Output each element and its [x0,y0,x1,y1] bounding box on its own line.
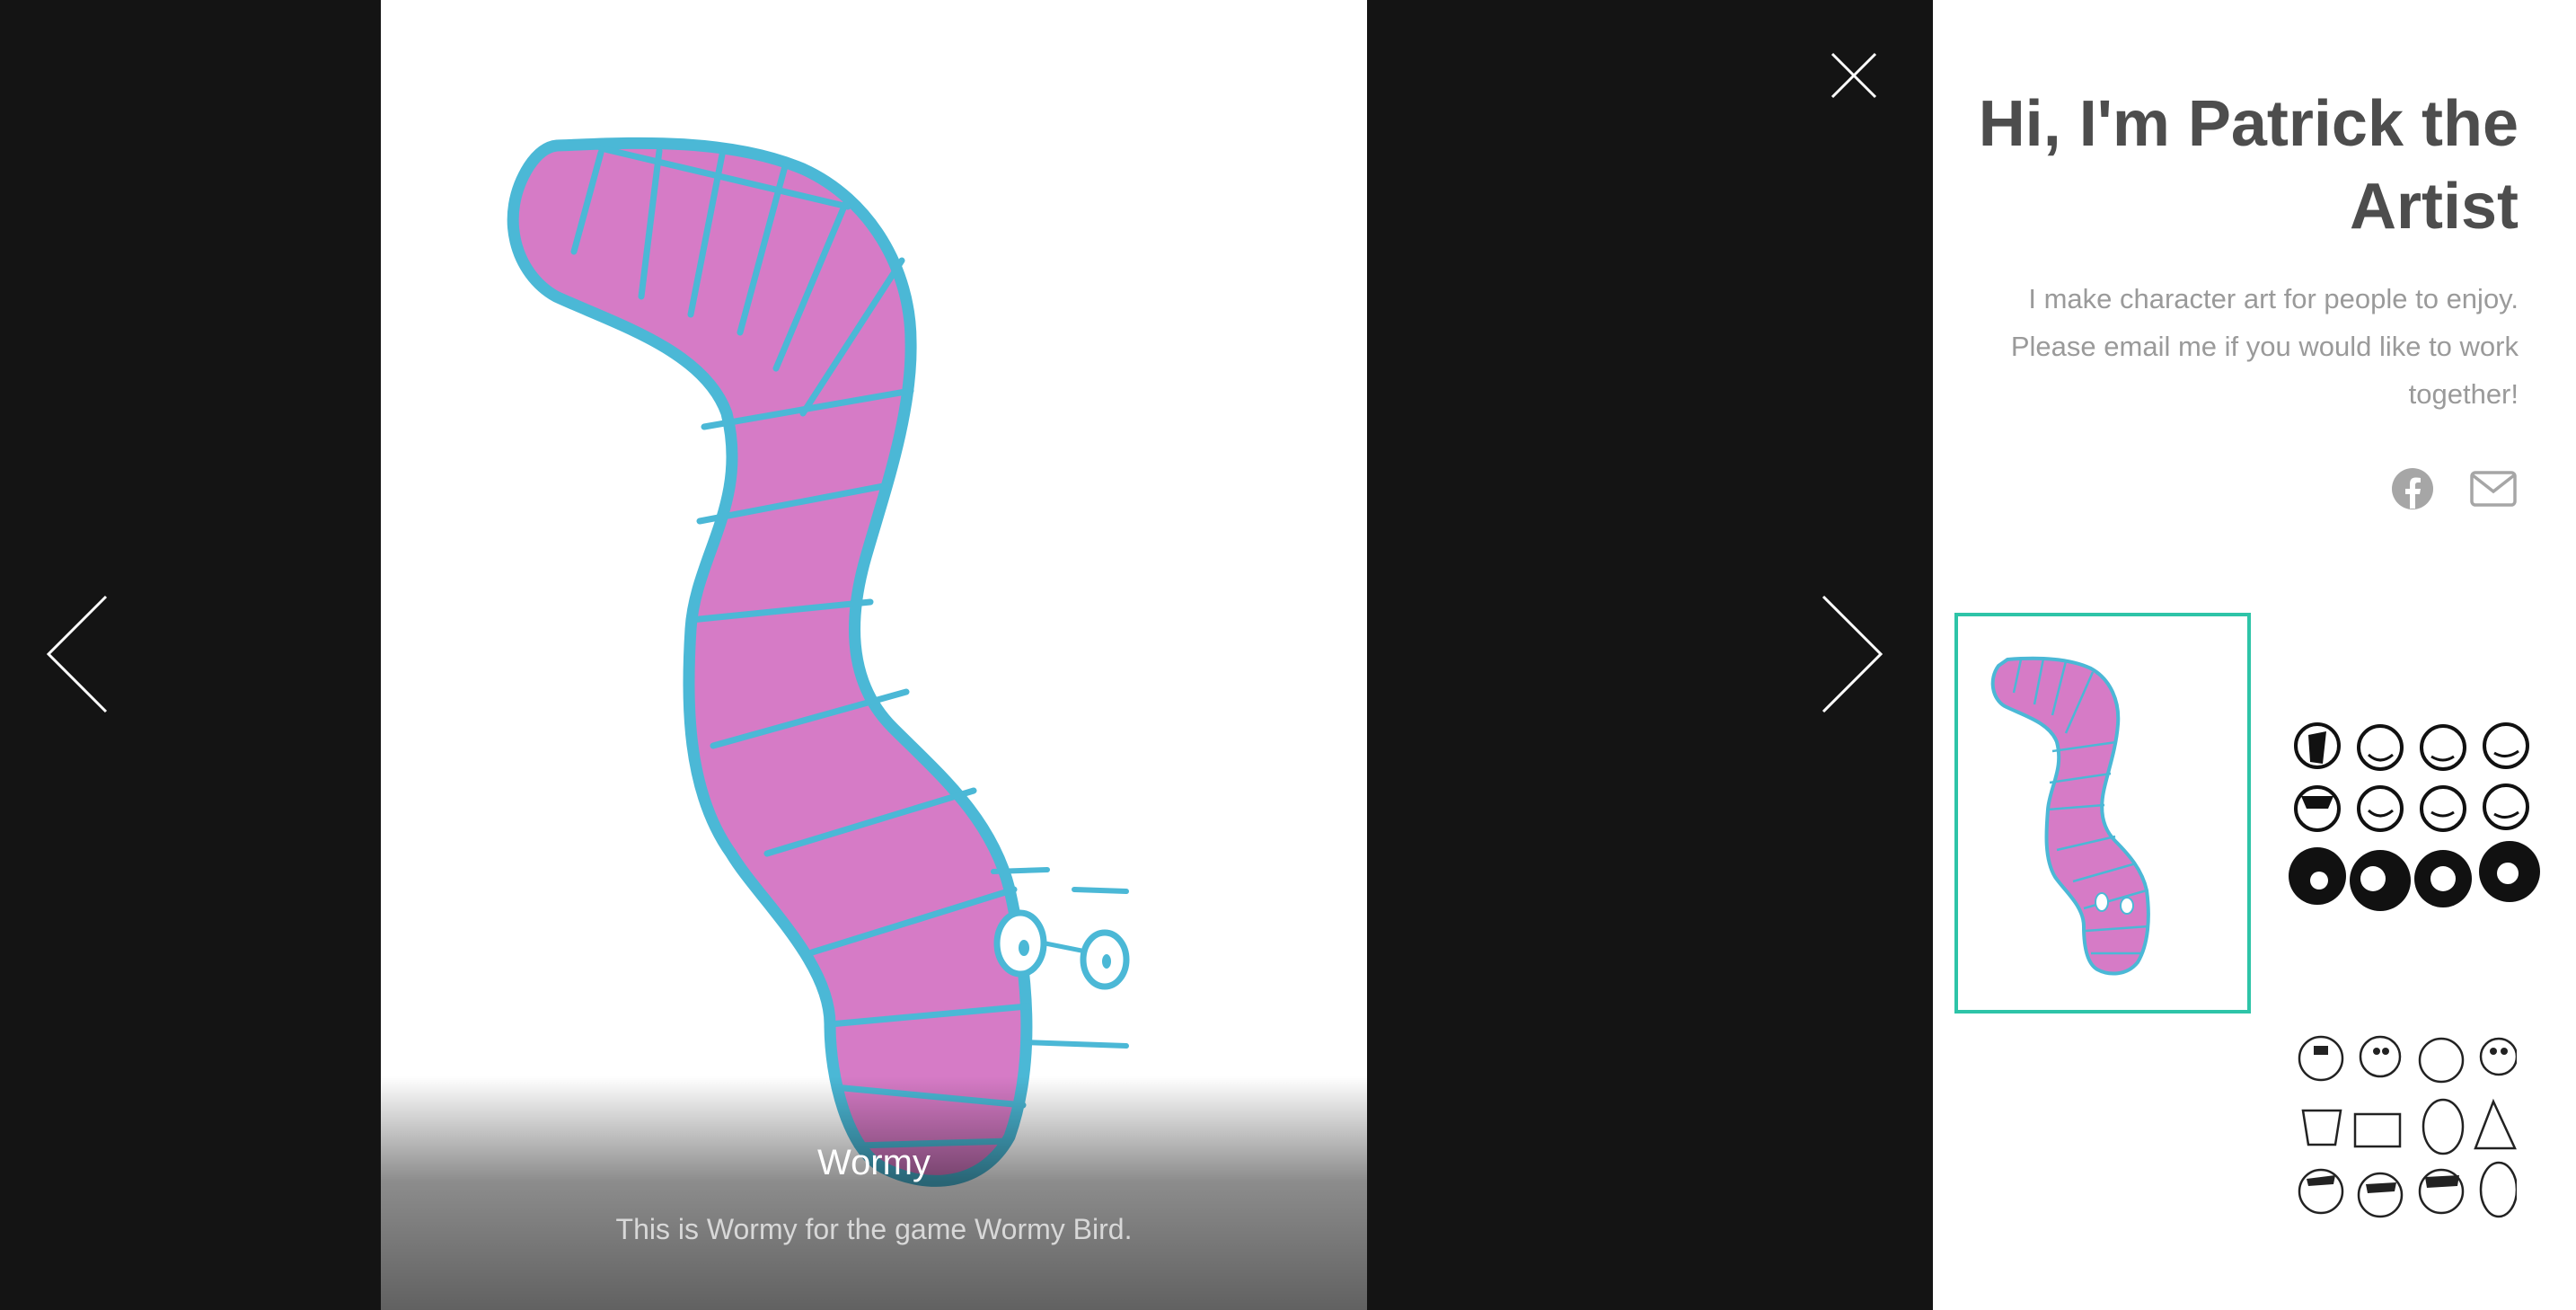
thumbnail-faces-dark[interactable] [2283,710,2553,925]
thumbnail-faces-light-image [2298,1035,2519,1218]
artist-description: I make character art for people to enjoy… [2010,283,2519,410]
mail-icon [2470,471,2517,507]
close-icon [1831,52,1877,99]
thumbnail-wormy[interactable] [1954,613,2251,1013]
caption-description: This is Wormy for the game Wormy Bird. [615,1213,1133,1245]
caption-title: Wormy [817,1143,931,1182]
chevron-right-icon [1822,595,1883,713]
page-title: Hi, I'm Patrick the Artist [1978,88,2519,243]
caption-overlay [381,1076,1367,1310]
worm-body [507,137,1033,1187]
thumbnail-faces-light[interactable] [2130,1024,2519,1231]
lightbox: Wormy This is Wormy for the game Wormy B… [0,0,1933,1310]
facebook-icon [2392,468,2433,509]
next-button[interactable] [1814,593,1886,715]
artist-sidebar: Hi, I'm Patrick the Artist I make charac… [1933,0,2576,1310]
thumbnail-faces-dark-image [2289,722,2540,911]
facebook-link[interactable] [2391,467,2434,510]
chevron-left-icon [46,595,108,713]
email-link[interactable] [2470,471,2517,507]
artwork-image: Wormy This is Wormy for the game Wormy B… [381,0,1367,1310]
close-button[interactable] [1829,50,1879,101]
previous-button[interactable] [43,593,115,715]
thumbnail-wormy-image [1990,656,2150,976]
